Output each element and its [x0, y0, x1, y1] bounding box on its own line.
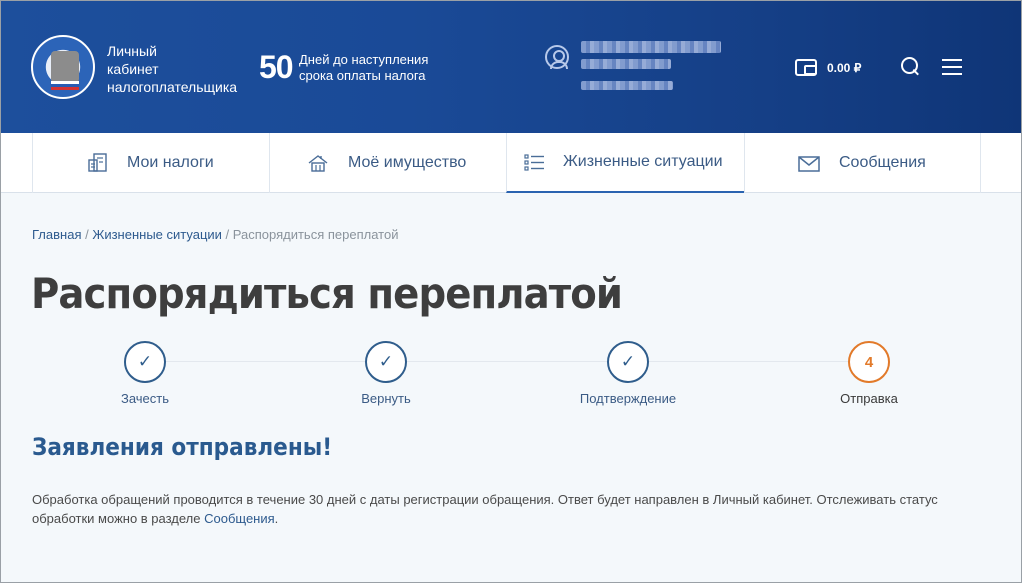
nav-item-my-property[interactable]: Моё имущество	[269, 133, 506, 193]
days-caption-line: срока оплаты налога	[299, 68, 426, 83]
messages-link[interactable]: Сообщения	[204, 511, 275, 526]
brand-line: кабинет	[107, 61, 159, 77]
step-1-check-icon: ✓	[124, 341, 166, 383]
nav-item-label: Сообщения	[839, 154, 926, 171]
taxes-icon	[88, 153, 107, 172]
nav-item-life-situations[interactable]: Жизненные ситуации	[506, 133, 744, 193]
result-text: Обработка обращений проводится в течение…	[32, 492, 938, 526]
site-header: Личный кабинет налогоплательщика 50 Дней…	[1, 1, 1021, 133]
user-icon[interactable]	[545, 45, 569, 69]
step-4-number: 4	[848, 341, 890, 383]
nav-item-label: Жизненные ситуации	[563, 153, 723, 170]
brand-line: налогоплательщика	[107, 79, 238, 95]
balance-amount[interactable]: 0.00 ₽	[827, 61, 861, 75]
result-title: Заявления отправлены!	[32, 433, 333, 461]
step-3-check-icon: ✓	[607, 341, 649, 383]
steps-connector-line	[145, 361, 869, 362]
days-caption-line: Дней до наступления	[299, 52, 429, 67]
page-title: Распорядиться переплатой	[31, 269, 623, 318]
wallet-icon[interactable]	[795, 59, 817, 76]
search-icon[interactable]	[901, 57, 919, 75]
step-2-check-icon: ✓	[365, 341, 407, 383]
days-caption: Дней до наступления срока оплаты налога	[299, 52, 449, 84]
days-count: 50	[259, 49, 294, 85]
result-text-end: .	[274, 511, 279, 526]
step-1-label: Зачесть	[120, 391, 170, 406]
list-icon	[524, 154, 544, 171]
step-3-label: Подтверждение	[579, 391, 677, 406]
result-description: Обработка обращений проводится в течение…	[32, 490, 982, 528]
user-inn-redacted	[581, 81, 673, 90]
nav-item-my-taxes[interactable]: Мои налоги	[32, 133, 269, 193]
user-name-redacted	[581, 59, 671, 69]
breadcrumb-separator: /	[81, 227, 93, 242]
step-2-label: Вернуть	[361, 391, 411, 406]
flag-icon	[51, 81, 79, 90]
breadcrumb-section-link[interactable]: Жизненные ситуации	[92, 227, 222, 242]
main-nav: Мои налоги Моё имущество Жизненные ситуа…	[1, 133, 1021, 193]
nav-item-label: Мои налоги	[127, 154, 214, 171]
user-name-redacted[interactable]	[581, 41, 721, 53]
breadcrumb-separator: /	[221, 227, 233, 242]
page-frame: Личный кабинет налогоплательщика 50 Дней…	[0, 0, 1022, 583]
brand-line: Личный	[107, 43, 157, 59]
fns-logo[interactable]	[31, 35, 95, 99]
breadcrumb: Главная / Жизненные ситуации / Распоряди…	[32, 227, 398, 242]
step-4-label: Отправка	[840, 391, 898, 406]
emblem-icon	[51, 51, 79, 83]
breadcrumb-home-link[interactable]: Главная	[32, 227, 81, 242]
nav-item-label: Моё имущество	[348, 154, 467, 171]
nav-item-messages[interactable]: Сообщения	[744, 133, 981, 193]
property-icon	[308, 155, 328, 172]
brand-title[interactable]: Личный кабинет налогоплательщика	[107, 42, 257, 96]
hamburger-menu-icon[interactable]	[942, 59, 962, 75]
envelope-icon	[798, 156, 820, 172]
breadcrumb-current: Распорядиться переплатой	[232, 227, 399, 242]
